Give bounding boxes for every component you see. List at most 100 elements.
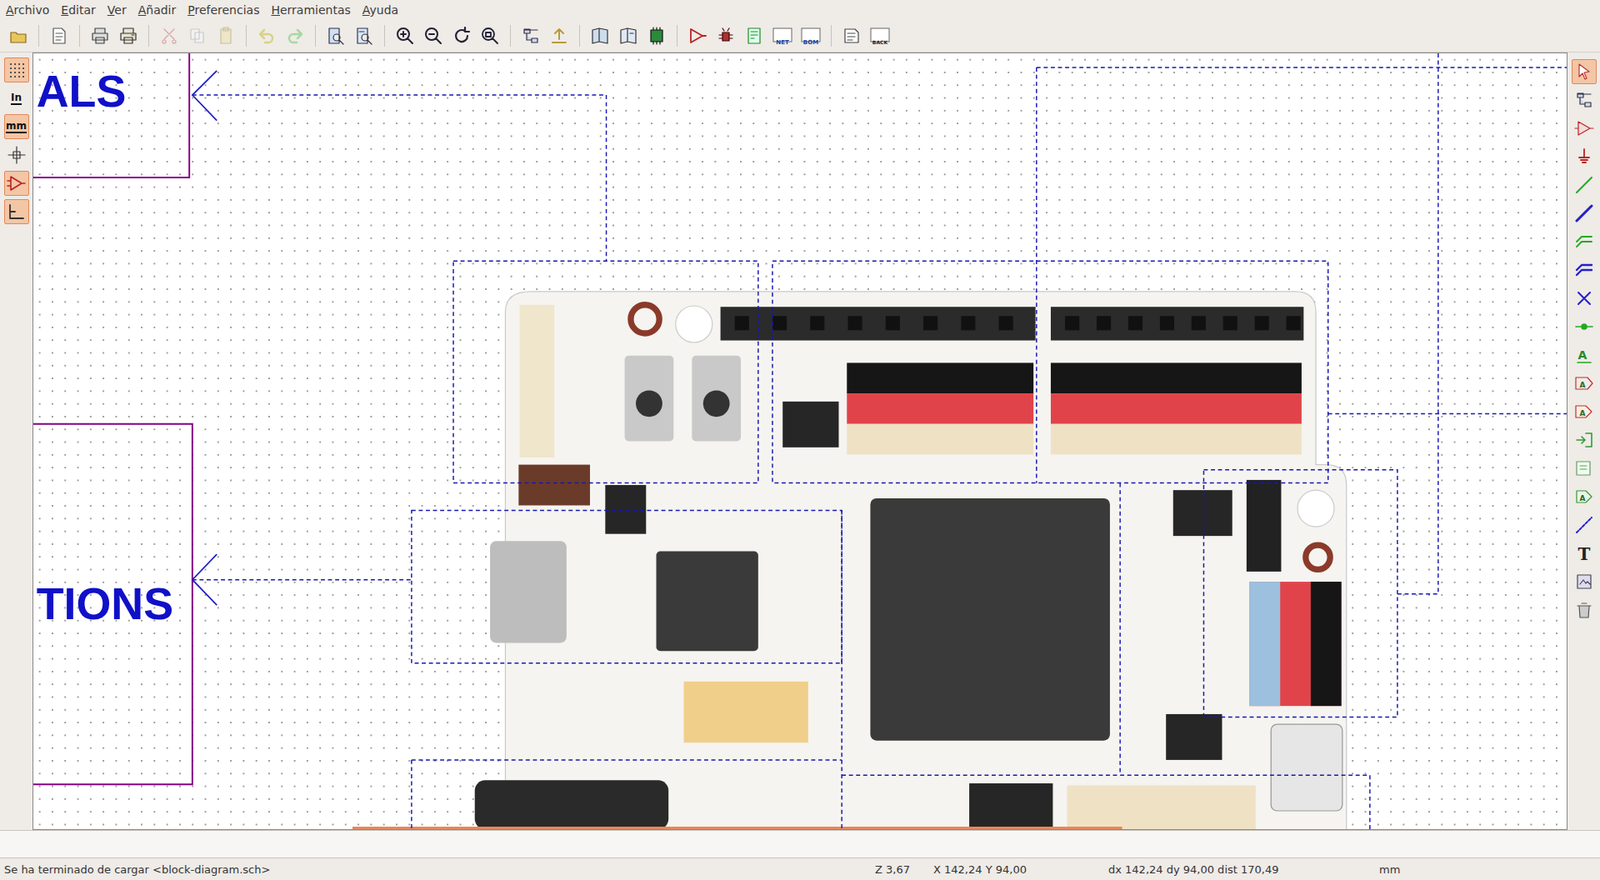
toolbar-button[interactable] [283, 23, 307, 49]
toolbar-button[interactable] [324, 23, 348, 49]
toolbar-button[interactable]: BOM [799, 23, 823, 49]
right-toolbar-button[interactable] [1571, 257, 1597, 283]
right-toolbar-button[interactable] [1571, 314, 1597, 340]
toolbar-button[interactable] [157, 23, 181, 49]
left-toolbar-button[interactable] [4, 57, 30, 83]
sheet-border [33, 53, 190, 178]
sheet-icon [1574, 458, 1595, 479]
toolbar-button[interactable] [840, 23, 864, 49]
right-toolbar: A A A A T [1567, 52, 1600, 830]
toolbar-button[interactable] [714, 23, 738, 49]
right-toolbar-button[interactable] [1571, 597, 1597, 623]
page-icon [49, 25, 70, 46]
right-toolbar-button[interactable] [1571, 512, 1597, 538]
hier-icon [1574, 90, 1595, 110]
wire-icon [1574, 175, 1595, 195]
toolbar-button[interactable] [478, 23, 502, 49]
left-toolbar-button[interactable]: mm [4, 114, 30, 140]
menu-item[interactable]: Añadir [132, 3, 183, 17]
plot-icon [118, 25, 139, 46]
menu-bar: ArchivoEditarVerAñadirPreferenciasHerram… [0, 0, 1600, 20]
menu-item[interactable]: Ver [101, 3, 133, 17]
right-toolbar-button[interactable] [1571, 569, 1597, 595]
graphic-line [840, 510, 842, 830]
graphic-line [1119, 483, 1120, 776]
bentry-icon [1574, 260, 1595, 280]
svg-text:A: A [1579, 494, 1585, 503]
menu-item[interactable]: Herramientas [265, 3, 356, 17]
toolbar-button[interactable] [742, 23, 766, 49]
toolbar-button[interactable] [6, 23, 30, 49]
workspace: In mmALS TIONS A A A A T [0, 52, 1600, 830]
undo-icon [256, 25, 277, 46]
left-toolbar-button[interactable] [4, 199, 30, 225]
main-toolbar: NET BOM BACK [0, 20, 1600, 53]
toolbar-button[interactable] [255, 23, 279, 49]
right-toolbar-button[interactable] [1571, 87, 1597, 113]
toolbar-button[interactable] [685, 23, 710, 49]
toolbar-button[interactable] [547, 23, 571, 49]
right-toolbar-button[interactable]: A [1571, 399, 1597, 425]
toolbar-separator [38, 25, 40, 47]
right-toolbar-button[interactable] [1571, 115, 1597, 141]
copy-icon [187, 25, 208, 46]
right-toolbar-button[interactable] [1571, 200, 1597, 226]
toolbar-button[interactable] [352, 23, 376, 49]
schematic-canvas[interactable]: ALS TIONS [32, 52, 1568, 830]
toolbar-separator [245, 25, 247, 47]
right-toolbar-button[interactable] [1571, 229, 1597, 255]
toolbar-button[interactable] [616, 23, 640, 49]
toolbar-button[interactable] [588, 23, 612, 49]
sheet-name: TIONS [36, 578, 174, 629]
svg-text:A: A [1579, 409, 1585, 418]
right-toolbar-button[interactable] [1571, 285, 1597, 311]
right-toolbar-button[interactable]: A [1571, 484, 1597, 510]
toolbar-button[interactable] [47, 23, 71, 49]
svg-text:T: T [1577, 544, 1590, 564]
menu-item[interactable]: Ayuda [356, 3, 405, 17]
right-toolbar-button[interactable] [1571, 59, 1597, 85]
toolbar-button[interactable] [116, 23, 140, 49]
right-toolbar-button[interactable]: A [1571, 342, 1597, 368]
hierarchical-sheet[interactable]: ALS [33, 53, 217, 178]
svg-text:A: A [1579, 380, 1585, 390]
right-toolbar-button[interactable] [1571, 144, 1597, 170]
toolbar-button[interactable] [393, 23, 417, 49]
toolbar-button[interactable] [214, 23, 238, 49]
toolbar-button[interactable] [88, 23, 112, 49]
toolbar-button[interactable]: BACK [868, 23, 892, 49]
hidpins-icon [6, 173, 27, 194]
findrep-icon [354, 25, 375, 46]
svg-text:BOM: BOM [803, 39, 819, 46]
toolbar-button[interactable] [421, 23, 445, 49]
toolbar-separator [148, 25, 150, 47]
toolbar-button[interactable] [645, 23, 669, 49]
right-toolbar-button[interactable] [1571, 427, 1597, 453]
backanno-icon: BACK [870, 25, 890, 46]
inch-label: In [10, 92, 22, 105]
toolbar-button[interactable] [185, 23, 210, 49]
left-toolbar-button[interactable] [4, 170, 30, 196]
right-toolbar-button[interactable] [1571, 455, 1597, 481]
right-toolbar-button[interactable]: T [1571, 540, 1597, 566]
left-toolbar-button[interactable] [4, 142, 30, 168]
toolbar-separator [510, 25, 511, 47]
zout-icon [423, 25, 444, 46]
image-icon [1574, 571, 1595, 592]
toolbar-button[interactable]: NET [770, 23, 795, 49]
menu-item[interactable]: Archivo [0, 3, 55, 17]
menu-item[interactable]: Preferencias [181, 3, 265, 17]
hierarchical-sheet[interactable]: TIONS [33, 424, 217, 785]
menu-item[interactable]: Editar [55, 3, 101, 17]
toolbar-button[interactable] [450, 23, 474, 49]
importpin-icon [1574, 430, 1595, 450]
toolbar-separator [579, 25, 580, 47]
right-toolbar-button[interactable] [1571, 172, 1597, 198]
toolbar-button[interactable] [519, 23, 543, 49]
print-icon [90, 25, 110, 46]
status-position: X 142,24 Y 94,00 [933, 863, 1109, 876]
left-toolbar-button[interactable]: In [4, 85, 30, 111]
right-toolbar-button[interactable]: A [1571, 370, 1597, 396]
hpin-icon: A [1574, 486, 1595, 507]
comp-icon [1574, 118, 1595, 139]
